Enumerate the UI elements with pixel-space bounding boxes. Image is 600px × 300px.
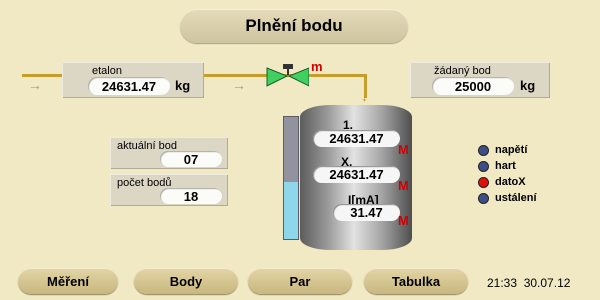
legend-item-datox: datoX (478, 176, 537, 188)
legend-item-ustaleni: ustálení (478, 192, 537, 204)
legend-label: napětí (495, 144, 528, 156)
measurement-button[interactable]: Měření (18, 268, 118, 294)
flow-arrow-icon: → (28, 77, 42, 93)
flow-down-arrow-icon: ↓ (361, 88, 368, 104)
legend-label: hart (495, 160, 516, 172)
table-button[interactable]: Tabulka (364, 268, 468, 294)
target-panel: žádaný bod 25000 kg (410, 62, 550, 98)
current-point-panel: aktuální bod 07 (110, 137, 228, 169)
status-dot-icon (478, 144, 489, 156)
etalon-value: 24631.47 (88, 77, 170, 95)
reading-1-value: 24631.47 (313, 130, 400, 147)
target-unit: kg (520, 78, 536, 93)
level-gauge-fill (284, 181, 298, 239)
valve-mode-mark: m (311, 59, 323, 74)
points-button[interactable]: Body (134, 268, 238, 294)
status-clock: 21:33 30.07.12 (487, 276, 570, 290)
current-point-value: 07 (160, 151, 222, 167)
point-count-label: počet bodů (117, 177, 172, 189)
etalon-panel: etalon 24631.47 kg (62, 62, 204, 98)
reading-2-flag: M (398, 178, 409, 193)
status-dot-icon (478, 160, 489, 172)
reading-3-flag: M (398, 213, 409, 228)
flow-arrow-icon: → (232, 77, 246, 93)
page-title-text: Plnění bodu (245, 16, 343, 35)
point-count-value: 18 (160, 188, 222, 204)
etalon-label: etalon (92, 65, 122, 77)
level-gauge (283, 116, 299, 240)
reading-2-value: 24631.47 (313, 166, 400, 183)
page-title: Plnění bodu (180, 9, 408, 43)
point-count-panel: počet bodů 18 (110, 174, 228, 206)
legend-item-napeti: napětí (478, 144, 537, 156)
etalon-unit: kg (175, 78, 191, 93)
clock-time: 21:33 (487, 276, 518, 290)
clock-date: 30.07.12 (523, 276, 571, 290)
valve-icon[interactable] (265, 62, 310, 90)
target-label: žádaný bod (434, 65, 491, 77)
legend-label: datoX (495, 176, 526, 188)
status-dot-icon (478, 176, 489, 188)
status-legend: napětí hart datoX ustálení (478, 144, 537, 204)
status-dot-icon (478, 192, 489, 204)
reading-1-flag: M (398, 142, 409, 157)
legend-label: ustálení (495, 192, 537, 204)
legend-item-hart: hart (478, 160, 537, 172)
reading-3-value: 31.47 (333, 204, 400, 221)
parameters-button[interactable]: Par (248, 268, 352, 294)
target-value: 25000 (432, 77, 514, 95)
